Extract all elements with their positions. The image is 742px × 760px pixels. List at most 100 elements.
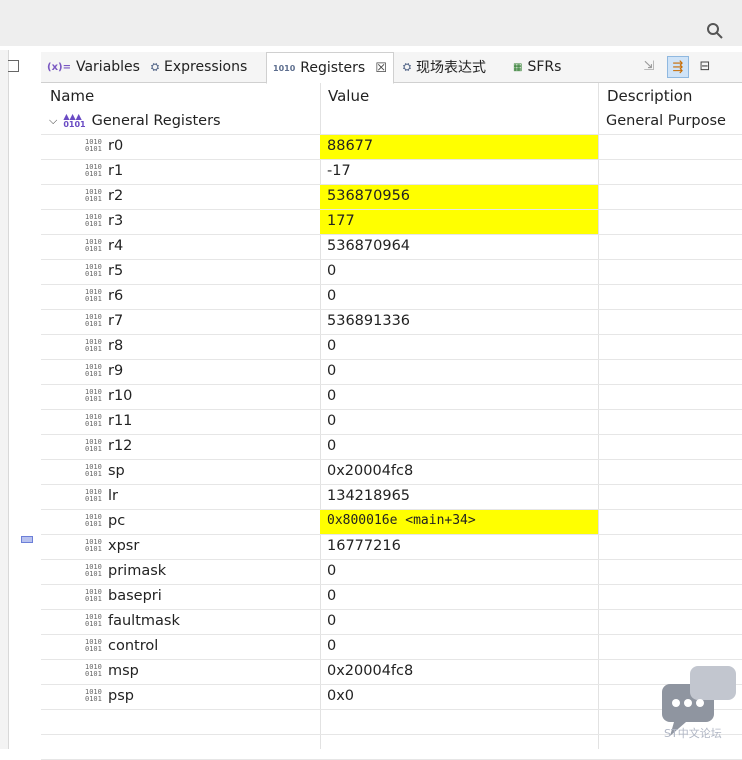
register-name: 1010 0101 basepri: [85, 588, 162, 604]
register-value[interactable]: 177: [327, 213, 355, 229]
group-row[interactable]: ⌵ ▲▲▲ 0101 General Registers General Purp…: [41, 110, 742, 135]
table-row[interactable]: 1010 0101 control 0: [41, 635, 742, 660]
register-label: r6: [108, 288, 124, 304]
register-name: 1010 0101 r12: [85, 438, 132, 454]
register-icon: 1010 0101: [85, 363, 102, 378]
register-value[interactable]: 0: [327, 388, 336, 404]
register-value[interactable]: 0x800016e <main+34>: [327, 513, 476, 528]
table-row[interactable]: 1010 0101 r5 0: [41, 260, 742, 285]
table-row[interactable]: 1010 0101 r8 0: [41, 335, 742, 360]
register-value[interactable]: 88677: [327, 138, 373, 154]
register-name: 1010 0101 sp: [85, 463, 125, 479]
table-row[interactable]: 1010 0101 faultmask 0: [41, 610, 742, 635]
register-icon: 1010 0101: [85, 188, 102, 203]
register-label: r10: [108, 388, 133, 404]
register-name: 1010 0101 lr: [85, 488, 118, 504]
restore-icon[interactable]: [8, 60, 19, 72]
header-value[interactable]: Value: [328, 87, 369, 105]
register-value[interactable]: 0: [327, 338, 336, 354]
table-row[interactable]: 1010 0101 sp 0x20004fc8: [41, 460, 742, 485]
register-value[interactable]: 536870956: [327, 188, 410, 204]
tab-live-expressions[interactable]: ⛭ 现场表达式: [403, 52, 486, 82]
tab-expressions[interactable]: ⛭ Expressions: [151, 52, 247, 82]
table-row[interactable]: 1010 0101 r6 0: [41, 285, 742, 310]
tab-label: Variables: [75, 59, 140, 75]
register-label: r5: [108, 263, 124, 279]
search-icon[interactable]: [706, 22, 724, 40]
register-name: 1010 0101 primask: [85, 563, 166, 579]
table-row[interactable]: 1010 0101 lr 134218965: [41, 485, 742, 510]
register-label: r7: [108, 313, 124, 329]
table-row[interactable]: 1010 0101 r2 536870956: [41, 185, 742, 210]
forum-watermark: ST中文论坛: [664, 727, 722, 740]
table-row[interactable]: 1010 0101 r10 0: [41, 385, 742, 410]
table-row[interactable]: 1010 0101 r4 536870964: [41, 235, 742, 260]
table-row[interactable]: 1010 0101 r1 -17: [41, 160, 742, 185]
table-row[interactable]: 1010 0101 basepri 0: [41, 585, 742, 610]
table-row[interactable]: 1010 0101 r7 536891336: [41, 310, 742, 335]
layout-toggle-icon[interactable]: ⇶: [667, 56, 689, 78]
table-row[interactable]: 1010 0101 r0 88677: [41, 135, 742, 160]
register-icon: 1010 0101: [85, 288, 102, 303]
register-name: 1010 0101 r11: [85, 413, 132, 429]
register-icon: 1010 0101: [85, 463, 102, 478]
register-value[interactable]: 0x0: [327, 688, 354, 704]
table-row[interactable]: 1010 0101 psp 0x0: [41, 685, 742, 710]
collapse-all-icon[interactable]: ⇲: [639, 56, 659, 76]
group-label: General Registers: [91, 113, 221, 129]
register-value[interactable]: 0: [327, 588, 336, 604]
register-icon: 1010 0101: [85, 413, 102, 428]
register-icon: 1010 0101: [85, 488, 102, 503]
table-row[interactable]: 1010 0101 msp 0x20004fc8: [41, 660, 742, 685]
tab-label: Registers: [300, 60, 366, 76]
table-row[interactable]: 1010 0101 r12 0: [41, 435, 742, 460]
register-value[interactable]: 536891336: [327, 313, 410, 329]
register-value[interactable]: 0: [327, 438, 336, 454]
register-value[interactable]: 0: [327, 263, 336, 279]
tab-sfrs[interactable]: ▦ SFRs: [513, 52, 561, 82]
header-name[interactable]: Name: [50, 87, 94, 105]
register-value[interactable]: 0: [327, 413, 336, 429]
register-icon: 1010 0101: [85, 663, 102, 678]
register-value[interactable]: 0x20004fc8: [327, 663, 413, 679]
register-name: 1010 0101 r8: [85, 338, 123, 354]
left-editor-edge: [0, 50, 9, 749]
register-value[interactable]: 0: [327, 563, 336, 579]
register-icon: 1010 0101: [85, 588, 102, 603]
minimize-icon[interactable]: ⊟: [695, 56, 715, 76]
register-label: r9: [108, 363, 124, 379]
register-value[interactable]: 134218965: [327, 488, 410, 504]
register-value[interactable]: 0x20004fc8: [327, 463, 413, 479]
table-header: Name Value Description: [41, 83, 742, 109]
register-value[interactable]: -17: [327, 163, 351, 179]
register-icon: 1010 0101: [85, 638, 102, 653]
register-label: r1: [108, 163, 124, 179]
group-description: General Purpose: [606, 113, 726, 129]
chevron-down-icon[interactable]: ⌵: [49, 114, 57, 128]
register-value[interactable]: 0: [327, 288, 336, 304]
table-row[interactable]: 1010 0101 primask 0: [41, 560, 742, 585]
table-row[interactable]: 1010 0101 r3 177: [41, 210, 742, 235]
register-value[interactable]: 0: [327, 613, 336, 629]
register-label: primask: [108, 563, 167, 579]
expressions-icon: ⛭: [151, 61, 159, 73]
empty-row: [41, 735, 742, 760]
table-row[interactable]: 1010 0101 pc 0x800016e <main+34>: [41, 510, 742, 535]
register-value[interactable]: 16777216: [327, 538, 401, 554]
header-description[interactable]: Description: [607, 87, 692, 105]
tab-variables[interactable]: (x)= Variables: [47, 52, 140, 82]
table-row[interactable]: 1010 0101 r11 0: [41, 410, 742, 435]
register-value[interactable]: 0: [327, 363, 336, 379]
breakpoint-marker: [21, 536, 33, 543]
register-icon: 1010 0101: [85, 688, 102, 703]
register-name: 1010 0101 psp: [85, 688, 134, 704]
tab-label: Expressions: [164, 59, 248, 75]
close-icon[interactable]: ☒: [375, 61, 387, 76]
sfrs-icon: ▦: [513, 61, 523, 73]
register-value[interactable]: 536870964: [327, 238, 410, 254]
table-row[interactable]: 1010 0101 r9 0: [41, 360, 742, 385]
tab-registers[interactable]: 1010 Registers ☒: [266, 52, 394, 84]
register-value[interactable]: 0: [327, 638, 336, 654]
register-name: 1010 0101 pc: [85, 513, 125, 529]
table-row[interactable]: 1010 0101 xpsr 16777216: [41, 535, 742, 560]
